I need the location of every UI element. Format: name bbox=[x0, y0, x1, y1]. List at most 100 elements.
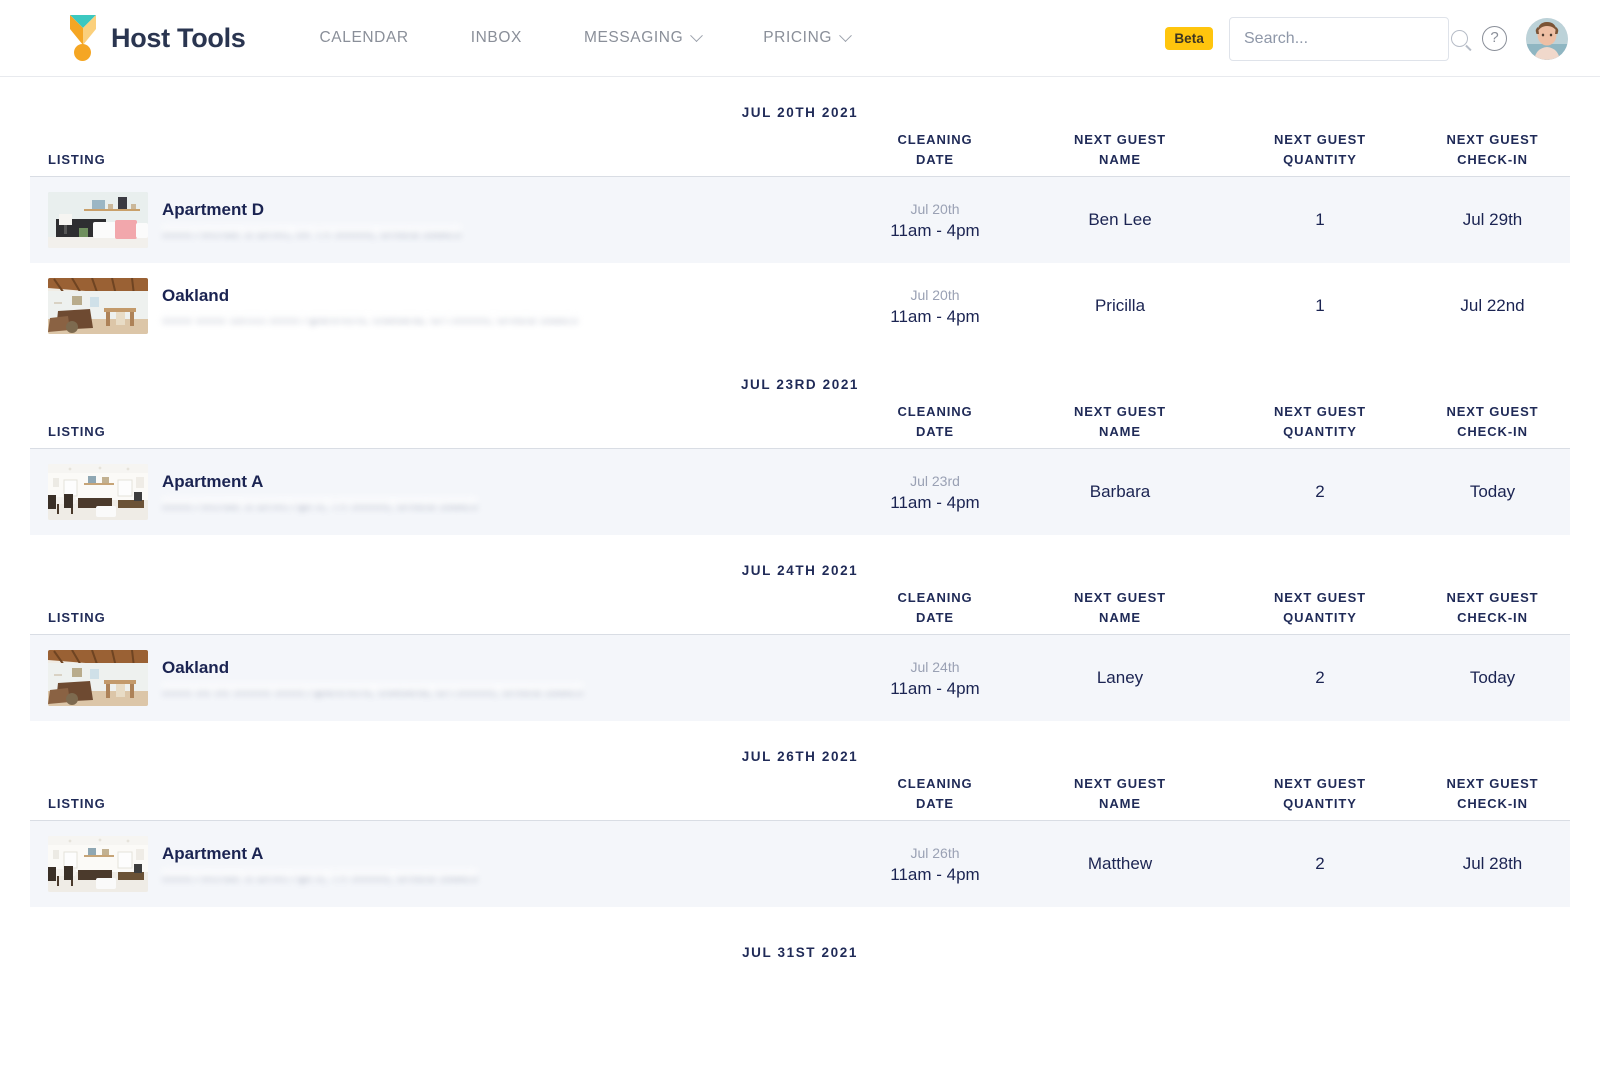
next-guest-name: Barbara bbox=[1089, 482, 1151, 501]
column-header-next-guest-name: NEXT GUEST NAME bbox=[1073, 132, 1167, 167]
section-date-heading: JUL 23RD 2021 bbox=[740, 377, 860, 392]
nav-item-inbox[interactable]: INBOX bbox=[440, 29, 553, 47]
table-row[interactable]: Apartment A 0000 Avenue S Drive Apt 0, T… bbox=[30, 449, 1570, 535]
column-header-listing: LISTING bbox=[48, 424, 106, 439]
column-header-cleaning-date: CLEANING DATE bbox=[897, 590, 973, 625]
listing-cell[interactable]: Oakland 0000 00 00 00000 0000 Apartment,… bbox=[30, 650, 855, 706]
cleaning-time: 11am - 4pm bbox=[890, 306, 980, 326]
next-guest-quantity: 1 bbox=[1315, 210, 1325, 229]
medal-ribbon-icon bbox=[68, 15, 98, 61]
column-header-listing: LISTING bbox=[48, 152, 106, 167]
brand-logo[interactable]: Host Tools bbox=[68, 15, 246, 61]
cleaning-time: 11am - 4pm bbox=[890, 220, 980, 240]
listing-cell[interactable]: Apartment D 0000 Avenue S Drive, 0x TX 0… bbox=[30, 192, 855, 248]
cleanings-page: JUL 20TH 2021 LISTING CLEANING DATE NEXT … bbox=[0, 77, 1600, 1090]
cleaning-date-cell: Jul 20th 11am - 4pm bbox=[855, 199, 1015, 242]
help-icon[interactable]: ? bbox=[1482, 26, 1507, 51]
section-date-heading: JUL 24TH 2021 bbox=[741, 563, 859, 578]
cleaning-date: Jul 20th bbox=[910, 200, 960, 217]
cleanings-table: LISTING CLEANING DATE NEXT GUEST NAME NEXT… bbox=[30, 130, 1570, 349]
cleaning-date-cell: Jul 23rd 11am - 4pm bbox=[855, 471, 1015, 514]
listing-thumbnail bbox=[48, 836, 148, 892]
listing-name: Apartment A bbox=[162, 844, 264, 863]
column-header-cleaning-date: CLEANING DATE bbox=[897, 776, 973, 811]
table-header-row: LISTING CLEANING DATE NEXT GUEST NAME NEXT… bbox=[30, 130, 1570, 177]
column-header-listing: LISTING bbox=[48, 796, 106, 811]
column-header-cleaning-date: CLEANING DATE bbox=[897, 132, 973, 167]
table-row[interactable]: Apartment D 0000 Avenue S Drive, 0x TX 0… bbox=[30, 177, 1570, 263]
next-guest-name: Ben Lee bbox=[1088, 210, 1152, 229]
table-row[interactable]: Oakland 0000 0000 Street 0000 Apartment,… bbox=[30, 263, 1570, 349]
top-navigation-bar: Host Tools CALENDAR INBOX MESSAGING PRIC… bbox=[0, 0, 1600, 77]
nav-item-pricing[interactable]: PRICING bbox=[732, 28, 881, 47]
listing-address: 0000 Avenue S Drive, 0x TX 00000, United… bbox=[162, 225, 461, 240]
nav-item-messaging[interactable]: MESSAGING bbox=[553, 28, 732, 47]
next-guest-checkin: Today bbox=[1469, 668, 1516, 687]
cleaning-time: 11am - 4pm bbox=[890, 864, 980, 884]
cleaning-time: 11am - 4pm bbox=[890, 492, 980, 512]
listing-cell[interactable]: Apartment A 0000 Avenue S Drive Apt 0, T… bbox=[30, 464, 855, 520]
date-section: JUL 26TH 2021 LISTING CLEANING DATE NEXT … bbox=[0, 721, 1600, 907]
nav-label: CALENDAR bbox=[319, 29, 409, 46]
listing-cell[interactable]: Apartment A 0000 Avenue S Drive Apt 0, T… bbox=[30, 836, 855, 892]
column-header-next-guest-name: NEXT GUEST NAME bbox=[1073, 776, 1167, 811]
top-bar-right-cluster: Beta ? bbox=[1165, 0, 1600, 77]
listing-cell[interactable]: Oakland 0000 0000 Street 0000 Apartment,… bbox=[30, 278, 855, 334]
table-header-row: LISTING CLEANING DATE NEXT GUEST NAME NEXT… bbox=[30, 402, 1570, 449]
avatar[interactable] bbox=[1526, 17, 1568, 60]
main-nav: CALENDAR INBOX MESSAGING PRICING bbox=[289, 28, 882, 47]
cleaning-date-cell: Jul 26th 11am - 4pm bbox=[855, 843, 1015, 886]
nav-label: PRICING bbox=[763, 29, 833, 46]
logo-dot bbox=[74, 44, 91, 61]
next-guest-name: Matthew bbox=[1087, 854, 1153, 873]
listing-name: Apartment D bbox=[162, 200, 265, 219]
listing-address: 0000 0000 Street 0000 Apartment, Oakland… bbox=[162, 311, 578, 326]
column-header-next-guest-quantity: NEXT GUEST QUANTITY bbox=[1273, 132, 1367, 167]
listing-thumbnail bbox=[48, 278, 148, 334]
listing-address: 0000 00 00 00000 0000 Apartment, Oakland… bbox=[162, 683, 584, 698]
next-guest-checkin: Jul 29th bbox=[1462, 210, 1523, 229]
column-header-listing: LISTING bbox=[48, 610, 106, 625]
cleaning-date: Jul 26th bbox=[910, 844, 960, 861]
table-header-row: LISTING CLEANING DATE NEXT GUEST NAME NEXT… bbox=[30, 774, 1570, 821]
search-box[interactable] bbox=[1229, 16, 1468, 61]
column-header-next-guest-checkin: NEXT GUEST CHECK-IN bbox=[1446, 590, 1539, 625]
cleanings-table: LISTING CLEANING DATE NEXT GUEST NAME NEXT… bbox=[30, 402, 1570, 535]
cleaning-time: 11am - 4pm bbox=[890, 678, 980, 698]
column-header-next-guest-name: NEXT GUEST NAME bbox=[1073, 590, 1167, 625]
cleaning-date: Jul 24th bbox=[910, 658, 960, 675]
table-header-row: LISTING CLEANING DATE NEXT GUEST NAME NEXT… bbox=[30, 588, 1570, 635]
nav-label: MESSAGING bbox=[583, 29, 684, 46]
beta-badge: Beta bbox=[1165, 27, 1213, 50]
listing-thumbnail bbox=[48, 650, 148, 706]
listing-address: 0000 Avenue S Drive Apt 0, TX 00000, Uni… bbox=[162, 497, 478, 512]
search-input[interactable] bbox=[1244, 29, 1451, 48]
next-guest-name: Laney bbox=[1096, 668, 1144, 687]
bottom-fade-overlay bbox=[0, 1028, 1600, 1090]
column-header-next-guest-name: NEXT GUEST NAME bbox=[1073, 404, 1167, 439]
date-section: JUL 23RD 2021 LISTING CLEANING DATE NEXT … bbox=[0, 349, 1600, 535]
nav-label: INBOX bbox=[470, 29, 522, 46]
section-date-heading: JUL 26TH 2021 bbox=[741, 749, 859, 764]
listing-name: Oakland bbox=[162, 286, 230, 305]
next-guest-checkin: Jul 28th bbox=[1462, 854, 1523, 873]
column-header-next-guest-quantity: NEXT GUEST QUANTITY bbox=[1273, 776, 1367, 811]
cleanings-table: LISTING CLEANING DATE NEXT GUEST NAME NEXT… bbox=[30, 588, 1570, 721]
nav-item-calendar[interactable]: CALENDAR bbox=[289, 29, 440, 47]
column-header-cleaning-date: CLEANING DATE bbox=[897, 404, 973, 439]
column-header-next-guest-checkin: NEXT GUEST CHECK-IN bbox=[1446, 132, 1539, 167]
table-row[interactable]: Oakland 0000 00 00 00000 0000 Apartment,… bbox=[30, 635, 1570, 721]
listing-thumbnail bbox=[48, 192, 148, 248]
search-icon bbox=[1451, 30, 1468, 47]
brand-name: Host Tools bbox=[111, 22, 246, 53]
next-guest-quantity: 1 bbox=[1315, 296, 1325, 315]
next-guest-quantity: 2 bbox=[1315, 482, 1325, 501]
cleaning-date: Jul 23rd bbox=[910, 472, 960, 489]
next-guest-name: Pricilla bbox=[1094, 296, 1146, 315]
table-row[interactable]: Apartment A 0000 Avenue S Drive Apt 0, T… bbox=[30, 821, 1570, 907]
next-guest-checkin: Today bbox=[1469, 482, 1516, 501]
listing-address: 0000 Avenue S Drive Apt 0, TX 00000, Uni… bbox=[162, 869, 478, 884]
next-guest-quantity: 2 bbox=[1315, 668, 1325, 687]
listing-thumbnail bbox=[48, 464, 148, 520]
date-section: JUL 20TH 2021 LISTING CLEANING DATE NEXT … bbox=[0, 77, 1600, 349]
